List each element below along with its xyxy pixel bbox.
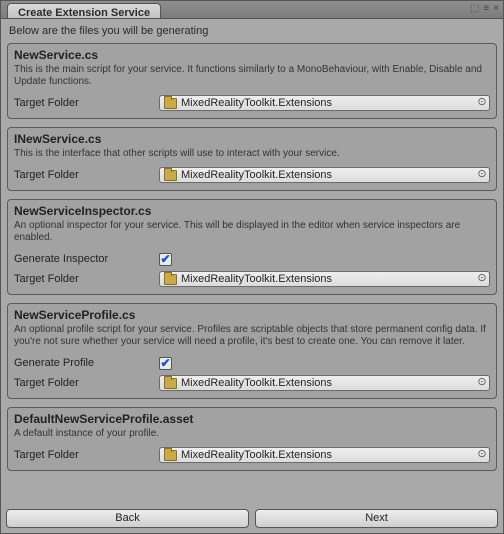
target-folder-value: MixedRealityToolkit.Extensions xyxy=(181,273,475,285)
file-section-default-profile: DefaultNewServiceProfile.asset A default… xyxy=(7,407,497,471)
folder-icon xyxy=(164,170,177,181)
target-folder-field[interactable]: MixedRealityToolkit.Extensions ⊙ xyxy=(159,95,490,111)
close-icon[interactable]: × xyxy=(493,3,499,14)
file-section-profile: NewServiceProfile.cs An optional profile… xyxy=(7,303,497,399)
generate-profile-label: Generate Profile xyxy=(14,357,159,369)
target-folder-label: Target Folder xyxy=(14,377,159,389)
section-title: INewService.cs xyxy=(14,132,490,148)
folder-icon xyxy=(164,378,177,389)
target-folder-field[interactable]: MixedRealityToolkit.Extensions ⊙ xyxy=(159,447,490,463)
generate-profile-checkbox[interactable]: ✔ xyxy=(159,357,172,370)
target-folder-field[interactable]: MixedRealityToolkit.Extensions ⊙ xyxy=(159,271,490,287)
section-title: DefaultNewServiceProfile.asset xyxy=(14,412,490,428)
target-folder-value: MixedRealityToolkit.Extensions xyxy=(181,377,475,389)
file-section-inspector: NewServiceInspector.cs An optional inspe… xyxy=(7,199,497,295)
target-folder-label: Target Folder xyxy=(14,169,159,181)
target-folder-label: Target Folder xyxy=(14,97,159,109)
section-desc: This is the interface that other scripts… xyxy=(14,148,490,164)
object-picker-icon[interactable]: ⊙ xyxy=(475,375,489,388)
object-picker-icon[interactable]: ⊙ xyxy=(475,447,489,460)
target-folder-label: Target Folder xyxy=(14,449,159,461)
titlebar: Create Extension Service ⬚ ≡ × xyxy=(1,1,503,19)
intro-text: Below are the files you will be generati… xyxy=(1,19,503,43)
menu-icon[interactable]: ≡ xyxy=(483,3,489,14)
folder-icon xyxy=(164,274,177,285)
window-tab[interactable]: Create Extension Service xyxy=(7,3,161,18)
footer: Back Next xyxy=(6,509,498,528)
target-folder-field[interactable]: MixedRealityToolkit.Extensions ⊙ xyxy=(159,375,490,391)
generate-profile-row: Generate Profile ✔ xyxy=(14,354,490,372)
generate-inspector-row: Generate Inspector ✔ xyxy=(14,250,490,268)
target-folder-value: MixedRealityToolkit.Extensions xyxy=(181,97,475,109)
file-section-inewservice: INewService.cs This is the interface tha… xyxy=(7,127,497,191)
target-folder-value: MixedRealityToolkit.Extensions xyxy=(181,169,475,181)
object-picker-icon[interactable]: ⊙ xyxy=(475,95,489,108)
file-section-newservice: NewService.cs This is the main script fo… xyxy=(7,43,497,119)
target-folder-row: Target Folder MixedRealityToolkit.Extens… xyxy=(14,94,490,112)
target-folder-row: Target Folder MixedRealityToolkit.Extens… xyxy=(14,374,490,392)
generate-inspector-label: Generate Inspector xyxy=(14,253,159,265)
section-title: NewService.cs xyxy=(14,48,490,64)
section-desc: An optional profile script for your serv… xyxy=(14,324,490,352)
object-picker-icon[interactable]: ⊙ xyxy=(475,271,489,284)
object-picker-icon[interactable]: ⊙ xyxy=(475,167,489,180)
section-title: NewServiceProfile.cs xyxy=(14,308,490,324)
generate-inspector-checkbox[interactable]: ✔ xyxy=(159,253,172,266)
lock-icon[interactable]: ⬚ xyxy=(470,3,479,14)
next-button[interactable]: Next xyxy=(255,509,498,528)
section-title: NewServiceInspector.cs xyxy=(14,204,490,220)
target-folder-value: MixedRealityToolkit.Extensions xyxy=(181,449,475,461)
folder-icon xyxy=(164,98,177,109)
window-controls: ⬚ ≡ × xyxy=(470,3,499,14)
target-folder-row: Target Folder MixedRealityToolkit.Extens… xyxy=(14,166,490,184)
target-folder-row: Target Folder MixedRealityToolkit.Extens… xyxy=(14,270,490,288)
back-button[interactable]: Back xyxy=(6,509,249,528)
target-folder-label: Target Folder xyxy=(14,273,159,285)
folder-icon xyxy=(164,450,177,461)
target-folder-row: Target Folder MixedRealityToolkit.Extens… xyxy=(14,446,490,464)
section-desc: This is the main script for your service… xyxy=(14,64,490,92)
target-folder-field[interactable]: MixedRealityToolkit.Extensions ⊙ xyxy=(159,167,490,183)
section-desc: A default instance of your profile. xyxy=(14,428,490,444)
section-desc: An optional inspector for your service. … xyxy=(14,220,490,248)
